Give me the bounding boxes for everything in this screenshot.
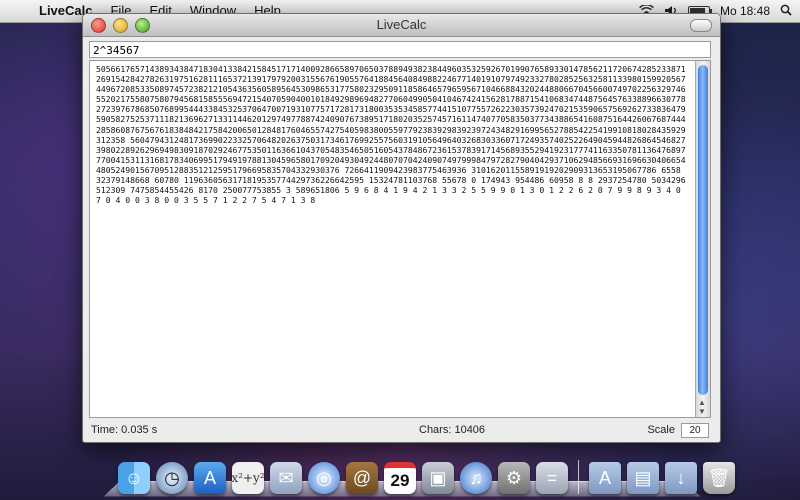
livecalc-icon[interactable]: =	[536, 462, 568, 494]
expression-input[interactable]: 2^34567	[89, 41, 711, 58]
spotlight-icon[interactable]	[780, 4, 792, 19]
grapher-icon[interactable]: x²+y²	[231, 462, 265, 494]
menu-clock[interactable]: Mo 18:48	[720, 4, 770, 18]
result-output[interactable]: 5056617657143893438471830413384215845171…	[90, 61, 696, 417]
downloads-folder-icon[interactable]: ↓	[665, 462, 697, 494]
time-machine-icon[interactable]: ◷	[156, 462, 188, 494]
livecalc-window: LiveCalc 2^34567 50566176571438934384718…	[82, 13, 721, 443]
address-book-icon[interactable]: @	[346, 462, 378, 494]
scale-field[interactable]: 20	[681, 422, 709, 438]
dock-items: ☺ ◷ A x²+y² ✉ ◎ @ 29 ▣ ♫ ⚙ = A ▤ ↓ 🗑	[118, 460, 735, 494]
zoom-button[interactable]	[135, 18, 150, 33]
close-button[interactable]	[91, 18, 106, 33]
itunes-icon[interactable]: ♫	[460, 462, 492, 494]
status-scale-label: Scale	[647, 424, 675, 436]
ical-icon[interactable]: 29	[384, 462, 416, 494]
applications-folder-icon[interactable]: A	[589, 462, 621, 494]
system-preferences-icon[interactable]: ⚙	[498, 462, 530, 494]
window-titlebar[interactable]: LiveCalc	[83, 14, 720, 37]
safari-icon[interactable]: ◎	[308, 462, 340, 494]
iphoto-icon[interactable]: ▣	[422, 462, 454, 494]
documents-folder-icon[interactable]: ▤	[627, 462, 659, 494]
vertical-scrollbar[interactable]: ▲ ▼	[695, 61, 710, 417]
dock-separator	[578, 460, 579, 494]
scrollbar-thumb[interactable]	[698, 65, 708, 395]
finder-icon[interactable]: ☺	[118, 462, 150, 494]
dock: ☺ ◷ A x²+y² ✉ ◎ @ 29 ▣ ♫ ⚙ = A ▤ ↓ 🗑	[103, 445, 735, 500]
window-title: LiveCalc	[376, 17, 427, 32]
scroll-up-arrow-icon[interactable]: ▲	[698, 398, 706, 407]
app-store-icon[interactable]: A	[194, 462, 226, 494]
window-controls	[91, 18, 150, 33]
scroll-down-arrow-icon[interactable]: ▼	[698, 407, 706, 416]
mail-icon[interactable]: ✉	[270, 462, 302, 494]
minimize-button[interactable]	[113, 18, 128, 33]
toolbar-toggle-button[interactable]	[690, 19, 712, 32]
status-time: Time: 0.035 s	[91, 424, 158, 436]
result-panel: 5056617657143893438471830413384215845171…	[89, 60, 711, 418]
trash-icon[interactable]: 🗑	[703, 462, 735, 494]
status-chars: Chars: 10406	[419, 424, 486, 436]
status-bar: Time: 0.035 s Chars: 10406 Scale 20	[89, 422, 711, 438]
